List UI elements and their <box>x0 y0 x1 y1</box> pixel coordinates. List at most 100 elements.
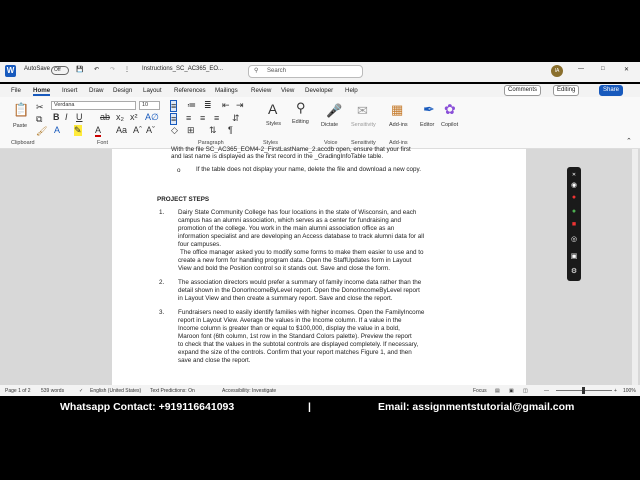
language[interactable]: English (United States) <box>90 388 141 394</box>
editing-label[interactable]: Editing <box>292 119 309 125</box>
focus-button[interactable]: Focus <box>473 388 487 394</box>
underline-icon[interactable]: U <box>76 112 83 122</box>
gear-icon[interactable]: ⚙ <box>570 268 578 276</box>
tab-insert[interactable]: Insert <box>62 87 77 94</box>
shading-icon[interactable]: ◇ <box>171 125 178 136</box>
vertical-scrollbar[interactable] <box>632 149 638 385</box>
text-effects-icon[interactable]: A <box>54 125 60 135</box>
tab-developer[interactable]: Developer <box>305 87 333 94</box>
page-count[interactable]: Page 1 of 2 <box>5 388 31 394</box>
tab-review[interactable]: Review <box>251 87 271 94</box>
webcam-icon[interactable]: ◎ <box>570 236 578 244</box>
sensitivity-label[interactable]: Sensitivity <box>351 122 376 128</box>
italic-icon[interactable]: I <box>65 112 68 122</box>
stop-icon[interactable]: ■ <box>570 221 578 229</box>
increase-indent-icon[interactable]: ⇥ <box>236 100 244 111</box>
read-mode-icon[interactable]: ▤ <box>495 388 500 394</box>
camera-icon[interactable]: ◉ <box>570 182 578 190</box>
borders-icon[interactable]: ⊞ <box>187 125 195 136</box>
styles-label[interactable]: Styles <box>266 121 281 127</box>
shrink-font-icon[interactable]: Aˇ <box>146 125 155 135</box>
step-number: 3. <box>159 309 165 316</box>
paste-label[interactable]: Paste <box>13 123 27 129</box>
styles-icon[interactable]: A <box>268 101 277 117</box>
align-right-icon[interactable]: ≡ <box>200 113 205 123</box>
font-name-select[interactable]: Verdana <box>51 101 136 110</box>
multilevel-list-icon[interactable]: ≣ <box>204 100 212 111</box>
zoom-out-icon[interactable]: — <box>544 388 549 394</box>
copy-icon[interactable]: ⧉ <box>36 114 42 125</box>
proofing-icon[interactable]: ✓ <box>79 388 83 394</box>
bullets-icon[interactable]: ≡ <box>170 100 178 112</box>
copilot-label[interactable]: Copilot <box>441 122 458 128</box>
zoom-in-icon[interactable]: + <box>614 388 617 394</box>
subscript-icon[interactable]: x₂ <box>116 112 124 122</box>
accessibility-status[interactable]: Accessibility: Investigate <box>222 388 276 394</box>
find-icon[interactable]: ⚲ <box>296 100 306 116</box>
close-icon[interactable]: ✕ <box>570 171 578 179</box>
tab-references[interactable]: References <box>174 87 206 94</box>
word-count[interactable]: 539 words <box>41 388 64 394</box>
superscript-icon[interactable]: x² <box>130 112 138 122</box>
tab-draw[interactable]: Draw <box>89 87 103 94</box>
tab-mailings[interactable]: Mailings <box>215 87 238 94</box>
tab-layout[interactable]: Layout <box>143 87 162 94</box>
editor-label[interactable]: Editor <box>420 122 434 128</box>
print-layout-icon[interactable]: ▣ <box>509 388 514 394</box>
show-marks-icon[interactable]: ¶ <box>228 125 233 135</box>
change-case-icon[interactable]: Aa <box>116 125 127 135</box>
zoom-level[interactable]: 100% <box>623 388 636 394</box>
sort-icon[interactable]: ⇅ <box>209 125 217 136</box>
search-box[interactable]: ⚲ Search <box>248 65 363 78</box>
redo-icon[interactable]: ↷ <box>110 66 115 73</box>
cut-icon[interactable]: ✂ <box>36 102 44 113</box>
font-size-select[interactable]: 10 <box>139 101 160 110</box>
strikethrough-icon[interactable]: ab <box>100 112 110 122</box>
font-color-icon[interactable]: A <box>95 125 102 137</box>
editor-icon[interactable]: ✒ <box>423 101 435 118</box>
add-ins-label[interactable]: Add-ins <box>389 122 408 128</box>
grow-font-icon[interactable]: Aˆ <box>133 125 142 135</box>
microphone-icon[interactable]: 🎤 <box>326 103 342 119</box>
tab-file[interactable]: File <box>11 87 21 94</box>
close-icon[interactable]: ✕ <box>624 66 629 73</box>
tab-design[interactable]: Design <box>113 87 132 94</box>
zoom-slider-thumb[interactable] <box>582 387 585 394</box>
decrease-indent-icon[interactable]: ⇤ <box>222 100 230 111</box>
sensitivity-icon[interactable]: ✉ <box>357 103 368 119</box>
clear-formatting-icon[interactable]: A∅ <box>145 112 159 123</box>
copilot-icon[interactable]: ✿ <box>444 101 456 118</box>
screenshot-icon[interactable]: ▣ <box>570 253 578 261</box>
undo-icon[interactable]: ↶ <box>94 66 99 73</box>
format-painter-icon[interactable]: 🖌 <box>36 126 47 137</box>
document-page[interactable]: With the file SC_AC365_EOM4-2_FirstLastN… <box>112 146 526 385</box>
tab-home[interactable]: Home <box>33 87 51 96</box>
align-center-icon[interactable]: ≡ <box>186 113 191 123</box>
line-spacing-icon[interactable]: ⇵ <box>232 113 240 124</box>
web-layout-icon[interactable]: ◫ <box>523 388 528 394</box>
numbering-icon[interactable]: ≔ <box>187 100 196 111</box>
maximize-icon[interactable]: □ <box>601 66 605 72</box>
document-name[interactable]: Instructions_SC_AC365_EO... <box>142 66 223 72</box>
share-button[interactable]: Share <box>599 85 624 96</box>
customize-qat-icon[interactable]: ⋮ <box>124 66 130 73</box>
highlight-icon[interactable]: ✎ <box>74 125 82 136</box>
collapse-ribbon-icon[interactable]: ⌃ <box>626 137 632 145</box>
autosave-toggle[interactable]: Off <box>51 66 69 75</box>
avatar[interactable]: IA <box>551 65 563 77</box>
justify-icon[interactable]: ≡ <box>214 113 219 123</box>
bold-icon[interactable]: B <box>53 112 60 122</box>
add-ins-icon[interactable]: ▦ <box>391 102 403 118</box>
paste-icon[interactable]: 📋 <box>13 102 29 118</box>
microphone-icon[interactable]: ● <box>570 208 578 216</box>
save-icon[interactable]: 💾 <box>76 66 83 73</box>
record-icon[interactable]: ● <box>570 194 578 202</box>
editing-mode-button[interactable]: Editing <box>553 85 580 96</box>
tab-view[interactable]: View <box>281 87 294 94</box>
comments-button[interactable]: Comments <box>504 85 542 96</box>
dictate-label[interactable]: Dictate <box>321 122 338 128</box>
minimize-icon[interactable]: — <box>578 66 584 72</box>
text-predictions[interactable]: Text Predictions: On <box>150 388 195 394</box>
align-left-icon[interactable]: ≡ <box>170 113 178 125</box>
tab-help[interactable]: Help <box>345 87 358 94</box>
